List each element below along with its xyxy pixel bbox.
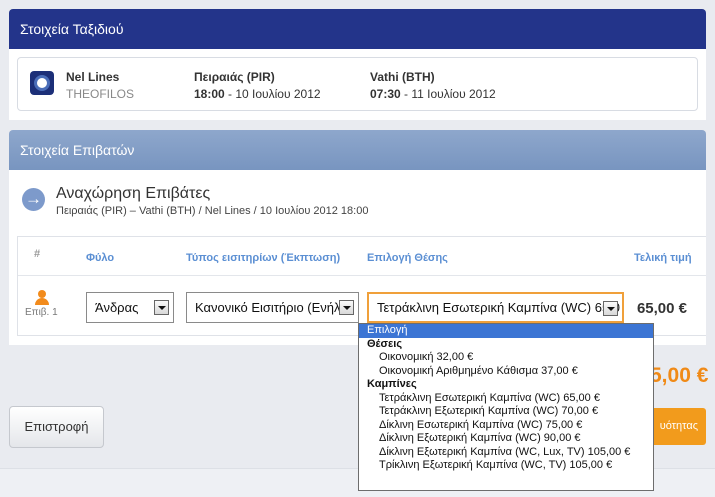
- column-header-number: #: [34, 248, 41, 260]
- column-header-ticket-type: Τύπος εισιτηρίων (Έκπτωση): [186, 252, 341, 264]
- back-button[interactable]: Επιστροφή: [9, 406, 104, 448]
- vessel-name: THEOFILOS: [66, 87, 135, 101]
- arrival-time: 07:30: [370, 87, 401, 101]
- arrow-right-icon: →: [22, 188, 45, 211]
- gender-select[interactable]: Άνδρας: [86, 292, 174, 323]
- dropdown-group-seats: Θέσεις: [367, 337, 403, 350]
- passenger-section-title: Στοιχεία Επιβατών: [9, 130, 706, 170]
- ticket-type-value: Κανονικό Εισιτήριο (Ενήλ: [195, 300, 341, 315]
- ticket-type-select[interactable]: Κανονικό Εισιτήριο (Ενήλ: [186, 292, 359, 323]
- passenger-details: → Αναχώρηση Επιβάτες Πειραιάς (PIR) – Va…: [9, 170, 706, 345]
- arrival-column: Vathi (BTH) 07:30 - 11 Ιουλίου 2012: [370, 69, 496, 103]
- company-column: Nel Lines THEOFILOS: [66, 69, 134, 103]
- passenger-number: Επιβ. 1: [25, 307, 58, 318]
- chevron-down-icon[interactable]: [339, 300, 354, 315]
- chevron-down-icon[interactable]: [154, 300, 169, 315]
- column-header-price: Τελική τιμή: [634, 252, 692, 264]
- dropdown-option[interactable]: Οικονομική Αριθμημένο Κάθισμα 37,00 €: [359, 365, 653, 379]
- passenger-table: # Φύλο Τύπος εισιτηρίων (Έκπτωση) Επιλογ…: [17, 236, 706, 336]
- ferry-company-logo-icon: [30, 71, 54, 95]
- total-price: 5,00 €: [650, 364, 709, 387]
- trip-details: Nel Lines THEOFILOS Πειραιάς (PIR) 18:00…: [9, 49, 706, 120]
- row-final-price: 65,00 €: [636, 300, 687, 317]
- destination-port: Vathi (BTH): [370, 70, 435, 84]
- chevron-down-icon[interactable]: [603, 301, 618, 316]
- gender-value: Άνδρας: [95, 300, 139, 315]
- dropdown-group-cabins: Καμπίνες: [367, 378, 417, 390]
- trip-section-title: Στοιχεία Ταξιδιού: [9, 9, 706, 49]
- departure-route-info: Πειραιάς (PIR) – Vathi (BTH) / Nel Lines…: [56, 205, 369, 217]
- company-name: Nel Lines: [66, 70, 120, 84]
- column-header-seat: Επιλογή Θέσης: [367, 252, 448, 264]
- departure-date: - 10 Ιουλίου 2012: [224, 87, 321, 101]
- arrival-date: - 11 Ιουλίου 2012: [400, 87, 496, 101]
- seat-select[interactable]: Τετράκλινη Εσωτερική Καμπίνα (WC) 65,0: [367, 292, 624, 323]
- dropdown-option[interactable]: Τετράκλινη Εσωτερική Καμπίνα (WC) 65,00 …: [359, 392, 653, 406]
- seat-value: Τετράκλινη Εσωτερική Καμπίνα (WC) 65,0: [377, 300, 621, 315]
- origin-port: Πειραιάς (PIR): [194, 70, 275, 84]
- dropdown-option[interactable]: Δίκλινη Εξωτερική Καμπίνα (WC) 90,00 €: [359, 432, 653, 446]
- person-icon: [35, 290, 49, 306]
- dropdown-option[interactable]: Οικονομική 32,00 €: [359, 351, 653, 365]
- departure-time: 18:00: [194, 87, 225, 101]
- dropdown-option-selected[interactable]: Επιλογή: [359, 324, 653, 338]
- seat-dropdown-list[interactable]: Επιλογή Θέσεις Οικονομική 32,00 € Οικονο…: [358, 323, 654, 491]
- dropdown-option[interactable]: Δίκλινη Εξωτερική Καμπίνα (WC, Lux, TV) …: [359, 446, 653, 460]
- trip-card: Nel Lines THEOFILOS Πειραιάς (PIR) 18:00…: [17, 57, 698, 111]
- dropdown-option[interactable]: Δίκλινη Εσωτερική Καμπίνα (WC) 75,00 €: [359, 419, 653, 433]
- dropdown-option[interactable]: Τετράκλινη Εξωτερική Καμπίνα (WC) 70,00 …: [359, 405, 653, 419]
- next-button[interactable]: υότητας: [645, 408, 706, 445]
- column-header-gender: Φύλο: [86, 252, 115, 264]
- departure-column: Πειραιάς (PIR) 18:00 - 10 Ιουλίου 2012: [194, 69, 321, 103]
- departure-heading: Αναχώρηση Επιβάτες: [56, 185, 211, 202]
- dropdown-option[interactable]: Τρίκλινη Εξωτερική Καμπίνα (WC, TV) 105,…: [359, 459, 653, 473]
